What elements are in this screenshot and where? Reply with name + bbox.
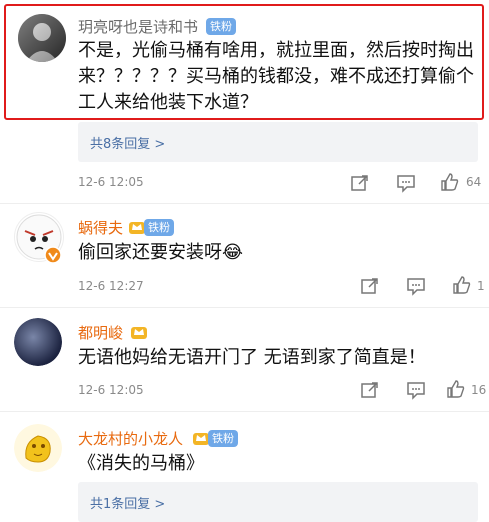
replies-label[interactable]: 共1条回复 >: [90, 493, 165, 512]
username[interactable]: 都明峻: [78, 322, 123, 343]
divider: [0, 411, 489, 412]
timestamp: 12-6 12:27: [78, 279, 144, 293]
comment-icon[interactable]: [396, 173, 416, 193]
share-icon[interactable]: [350, 173, 370, 193]
divider: [0, 203, 489, 204]
replies-link[interactable]: 共8条回复 >: [78, 122, 478, 162]
username[interactable]: 蜗得夫: [78, 217, 123, 238]
timestamp: 12-6 12:05: [78, 383, 144, 397]
divider: [0, 307, 489, 308]
replies-label[interactable]: 共8条回复 >: [90, 133, 165, 152]
share-icon[interactable]: [360, 380, 380, 400]
comment-icon[interactable]: [406, 276, 426, 296]
like-count: 16: [471, 383, 487, 397]
thumbs-up-icon[interactable]: [446, 379, 466, 399]
comment-icon[interactable]: [406, 380, 426, 400]
highlight-frame: [4, 4, 484, 120]
verified-icon: [44, 246, 62, 264]
comment-text: 《消失的马桶》: [78, 453, 204, 474]
avatar[interactable]: [14, 318, 62, 366]
crown-icon: [130, 323, 148, 341]
timestamp: 12-6 12:05: [78, 175, 144, 189]
thumbs-up-icon[interactable]: [440, 172, 460, 192]
thumbs-up-icon[interactable]: [452, 275, 472, 295]
share-icon[interactable]: [360, 276, 380, 296]
comment-text: 无语他妈给无语开门了 无语到家了简直是！: [78, 347, 426, 368]
comment-text: 偷回家还要安装呀😂: [78, 242, 244, 263]
fan-badge: 铁粉: [144, 219, 174, 236]
replies-link[interactable]: 共1条回复 >: [78, 482, 478, 522]
fan-badge: 铁粉: [208, 430, 238, 447]
avatar[interactable]: [14, 424, 62, 472]
like-count: 1: [477, 279, 485, 293]
username[interactable]: 大龙村的小龙人: [78, 428, 183, 449]
like-count: 64: [466, 175, 482, 189]
